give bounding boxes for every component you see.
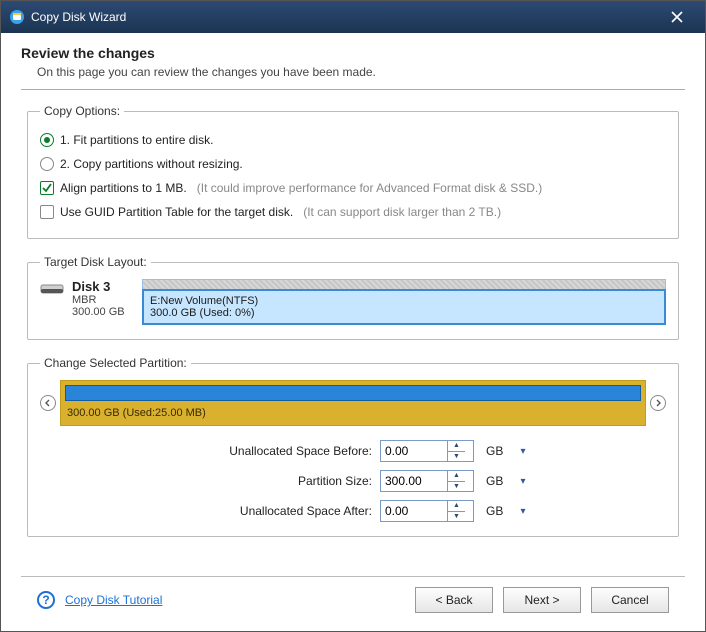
tutorial-link[interactable]: Copy Disk Tutorial	[65, 593, 162, 607]
partition-slider-label: 300.00 GB (Used:25.00 MB)	[61, 401, 645, 421]
disk-name: Disk 3	[72, 279, 125, 294]
partition-block[interactable]: E:New Volume(NTFS) 300.0 GB (Used: 0%)	[142, 289, 666, 325]
partition-size-unit-dropdown[interactable]: ▾	[516, 470, 530, 492]
next-button[interactable]: Next >	[503, 587, 581, 613]
partition-size-input-wrap: ▲▼	[380, 470, 474, 492]
partition-slider-row: 300.00 GB (Used:25.00 MB)	[40, 380, 666, 426]
partition-usage: 300.0 GB (Used: 0%)	[150, 307, 658, 319]
chevron-right-icon	[654, 399, 662, 407]
close-icon	[671, 11, 683, 23]
chevron-up-icon[interactable]: ▲	[448, 501, 465, 512]
target-disk-legend: Target Disk Layout:	[40, 255, 151, 269]
target-disk-group: Target Disk Layout: Disk 3 MBR 300.00 GB	[27, 255, 679, 340]
next-partition-button[interactable]	[650, 395, 666, 411]
space-after-unit-dropdown[interactable]: ▾	[516, 500, 530, 522]
cancel-button[interactable]: Cancel	[591, 587, 669, 613]
page-header: Review the changes On this page you can …	[21, 45, 685, 89]
partition-size-unit: GB	[484, 474, 506, 488]
disk-icon	[40, 279, 66, 325]
space-before-spinner[interactable]: ▲▼	[447, 441, 465, 461]
check-align-label: Align partitions to 1 MB.	[60, 181, 187, 195]
partition-size-spinner[interactable]: ▲▼	[447, 471, 465, 491]
check-align-1mb[interactable]: Align partitions to 1 MB. (It could impr…	[40, 176, 666, 200]
partition-slider[interactable]: 300.00 GB (Used:25.00 MB)	[60, 380, 646, 426]
window-title: Copy Disk Wizard	[31, 10, 657, 24]
space-after-unit: GB	[484, 504, 506, 518]
chevron-down-icon[interactable]: ▼	[448, 482, 465, 492]
chevron-up-icon[interactable]: ▲	[448, 471, 465, 482]
page-heading: Review the changes	[21, 45, 685, 61]
disk-size: 300.00 GB	[72, 306, 125, 318]
body: Review the changes On this page you can …	[1, 33, 705, 631]
space-after-spinner[interactable]: ▲▼	[447, 501, 465, 521]
disk-info: Disk 3 MBR 300.00 GB	[40, 279, 136, 325]
app-icon	[9, 9, 25, 25]
change-partition-legend: Change Selected Partition:	[40, 356, 191, 370]
wizard-window: Copy Disk Wizard Review the changes On t…	[0, 0, 706, 632]
radio-noresize-label: 2. Copy partitions without resizing.	[60, 157, 243, 171]
titlebar: Copy Disk Wizard	[1, 1, 705, 33]
chevron-down-icon[interactable]: ▼	[448, 452, 465, 462]
check-guid-note: (It can support disk larger than 2 TB.)	[303, 205, 501, 219]
size-grid: Unallocated Space Before: ▲▼ GB ▾ Partit…	[180, 440, 666, 522]
radio-off-icon	[40, 157, 54, 171]
change-partition-group: Change Selected Partition: 300.00 GB (Us…	[27, 356, 679, 537]
radio-fit-label: 1. Fit partitions to entire disk.	[60, 133, 213, 147]
prev-partition-button[interactable]	[40, 395, 56, 411]
footer: ? Copy Disk Tutorial < Back Next > Cance…	[21, 576, 685, 623]
partition-slider-used	[65, 385, 641, 401]
page-subtitle: On this page you can review the changes …	[37, 65, 685, 79]
disk-type: MBR	[72, 294, 125, 306]
space-before-input-wrap: ▲▼	[380, 440, 474, 462]
copy-options-group: Copy Options: 1. Fit partitions to entir…	[27, 104, 679, 239]
close-button[interactable]	[657, 1, 697, 33]
check-guid-table[interactable]: Use GUID Partition Table for the target …	[40, 200, 666, 224]
help-icon[interactable]: ?	[37, 591, 55, 609]
chevron-down-icon[interactable]: ▼	[448, 512, 465, 522]
space-before-label: Unallocated Space Before:	[180, 444, 380, 458]
copy-options-legend: Copy Options:	[40, 104, 124, 118]
back-button[interactable]: < Back	[415, 587, 493, 613]
radio-on-icon	[40, 133, 54, 147]
radio-fit-partitions[interactable]: 1. Fit partitions to entire disk.	[40, 128, 666, 152]
check-align-note: (It could improve performance for Advanc…	[197, 181, 542, 195]
space-after-input[interactable]	[381, 501, 447, 521]
space-after-input-wrap: ▲▼	[380, 500, 474, 522]
checkbox-off-icon	[40, 205, 54, 219]
divider	[21, 89, 685, 90]
space-before-input[interactable]	[381, 441, 447, 461]
radio-copy-no-resize[interactable]: 2. Copy partitions without resizing.	[40, 152, 666, 176]
partition-name: E:New Volume(NTFS)	[150, 295, 658, 307]
checkbox-on-icon	[40, 181, 54, 195]
chevron-left-icon	[44, 399, 52, 407]
space-after-label: Unallocated Space After:	[180, 504, 380, 518]
chevron-up-icon[interactable]: ▲	[448, 441, 465, 452]
disk-meta: Disk 3 MBR 300.00 GB	[72, 279, 125, 325]
partition-size-input[interactable]	[381, 471, 447, 491]
check-guid-label: Use GUID Partition Table for the target …	[60, 205, 293, 219]
partition-size-label: Partition Size:	[180, 474, 380, 488]
disk-layout-bar[interactable]: E:New Volume(NTFS) 300.0 GB (Used: 0%)	[142, 279, 666, 325]
disk-row: Disk 3 MBR 300.00 GB E:New Volume(NTFS) …	[40, 279, 666, 325]
space-before-unit: GB	[484, 444, 506, 458]
space-before-unit-dropdown[interactable]: ▾	[516, 440, 530, 462]
